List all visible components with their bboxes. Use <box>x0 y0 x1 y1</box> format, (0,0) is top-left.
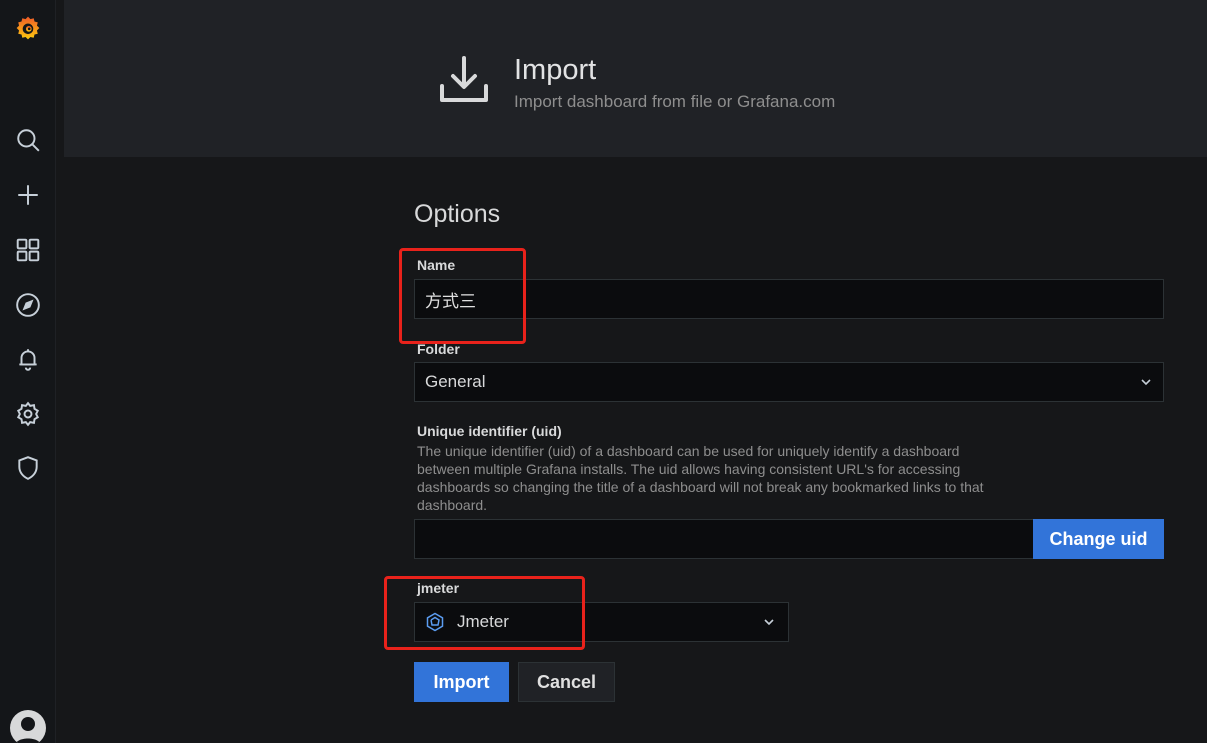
folder-select-value: General <box>425 372 486 391</box>
cancel-button[interactable]: Cancel <box>518 662 615 702</box>
page-subtitle: Import dashboard from file or Grafana.co… <box>514 92 836 111</box>
search-icon[interactable] <box>12 124 44 156</box>
page-header: Import Import dashboard from file or Gra… <box>64 0 1207 157</box>
uid-description: The unique identifier (uid) of a dashboa… <box>417 443 984 513</box>
shield-icon[interactable] <box>12 452 44 484</box>
folder-select[interactable]: General <box>414 362 1164 402</box>
grafana-logo-icon[interactable] <box>12 12 44 44</box>
datasource-hexagon-icon <box>426 612 444 632</box>
uid-input[interactable] <box>414 519 1034 559</box>
plus-icon[interactable] <box>12 179 44 211</box>
user-avatar[interactable] <box>10 710 46 743</box>
options-title: Options <box>414 200 501 228</box>
sidebar <box>0 0 56 743</box>
uid-label: Unique identifier (uid) <box>417 423 562 439</box>
user-avatar-icon <box>16 717 40 743</box>
grafana-logo-svg <box>16 16 40 40</box>
datasource-select-value: Jmeter <box>457 612 509 631</box>
import-download-icon <box>440 56 488 102</box>
name-input[interactable]: 方式三 <box>414 279 1164 319</box>
datasource-label: jmeter <box>417 580 460 596</box>
change-uid-button[interactable]: Change uid <box>1033 519 1164 559</box>
alerting-icon[interactable] <box>12 343 44 375</box>
datasource-select[interactable]: Jmeter <box>414 602 789 642</box>
page-title: Import <box>514 54 597 86</box>
chevron-down-icon <box>1141 379 1151 386</box>
name-label: Name <box>417 257 456 273</box>
dashboards-icon[interactable] <box>12 234 44 266</box>
chevron-down-icon <box>764 619 774 626</box>
settings-icon[interactable] <box>12 398 44 430</box>
folder-label: Folder <box>417 341 460 357</box>
import-button[interactable]: Import <box>414 662 509 702</box>
explore-icon[interactable] <box>12 289 44 321</box>
